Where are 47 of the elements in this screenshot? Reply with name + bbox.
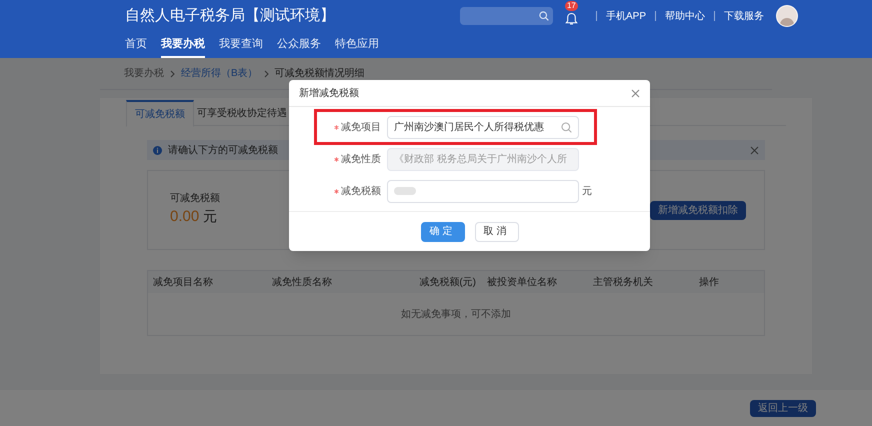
nav-tab[interactable]: 首页 — [125, 36, 147, 58]
search-icon — [538, 11, 549, 21]
search-field[interactable] — [460, 7, 553, 25]
info-text: 请确认下方的可减免税额 — [168, 144, 278, 158]
notification-badge: 17 — [564, 1, 578, 11]
breadcrumb-item: 我要办税 — [124, 66, 164, 81]
header-link[interactable]: 帮助中心 — [665, 8, 705, 24]
field-label: 减免项目 — [341, 120, 381, 134]
amount-unit: 元 — [203, 207, 218, 226]
bell-icon[interactable] — [564, 12, 578, 26]
input-field: 《财政部 税务总局关于广州南沙个人所 — [387, 148, 579, 170]
amount-value: 0.00 — [170, 207, 200, 228]
nav-tab[interactable]: 特色应用 — [335, 36, 379, 58]
column-header: 被投资单位名称 — [486, 276, 558, 290]
input-field[interactable] — [387, 180, 579, 202]
field-label: 减免税额 — [341, 184, 381, 198]
column-header: 减免税额(元) — [418, 276, 477, 290]
info-icon — [153, 146, 162, 154]
empty-message: 如无减免事项，可不添加 — [401, 308, 511, 322]
column-header: 操作 — [698, 276, 720, 290]
nav-tab[interactable]: 公众服务 — [277, 36, 321, 58]
header-link[interactable]: 手机APP — [606, 8, 646, 24]
chevron-icon — [264, 70, 269, 78]
add-deduction-button[interactable]: 新增减免税额扣除 — [650, 200, 746, 220]
site-title: 自然人电子税务局【测试环境】 — [125, 6, 335, 26]
close-icon[interactable] — [631, 88, 640, 98]
back-button[interactable]: 返回上一级 — [750, 400, 816, 416]
tab[interactable]: 可享受税收协定待遇 — [194, 100, 290, 126]
field-label: 减免性质 — [341, 152, 381, 166]
column-header: 减免性质名称 — [271, 276, 333, 290]
nav-tab[interactable]: 我要办税 — [161, 36, 205, 58]
tab[interactable]: 可减免税额 — [126, 100, 194, 127]
summary-label: 可减免税额 — [170, 192, 220, 206]
dialog-title: 新增减免税额 — [299, 86, 359, 100]
cancel-button[interactable]: 取消 — [474, 222, 518, 242]
column-header: 减免项目名称 — [152, 276, 214, 290]
input-field[interactable]: 广州南沙澳门居民个人所得税优惠 — [387, 116, 579, 138]
nav-tab[interactable]: 我要查询 — [219, 36, 263, 58]
header-link[interactable]: 下载服务 — [724, 8, 764, 24]
unit-label: 元 — [582, 184, 592, 198]
breadcrumb-item: 可减免税额情况明细 — [274, 66, 365, 81]
chevron-icon — [170, 70, 175, 78]
column-header: 主管税务机关 — [592, 276, 654, 290]
close-icon[interactable] — [750, 146, 759, 154]
search-icon[interactable] — [561, 122, 572, 132]
avatar[interactable] — [776, 5, 798, 27]
confirm-button[interactable]: 确定 — [420, 222, 464, 242]
